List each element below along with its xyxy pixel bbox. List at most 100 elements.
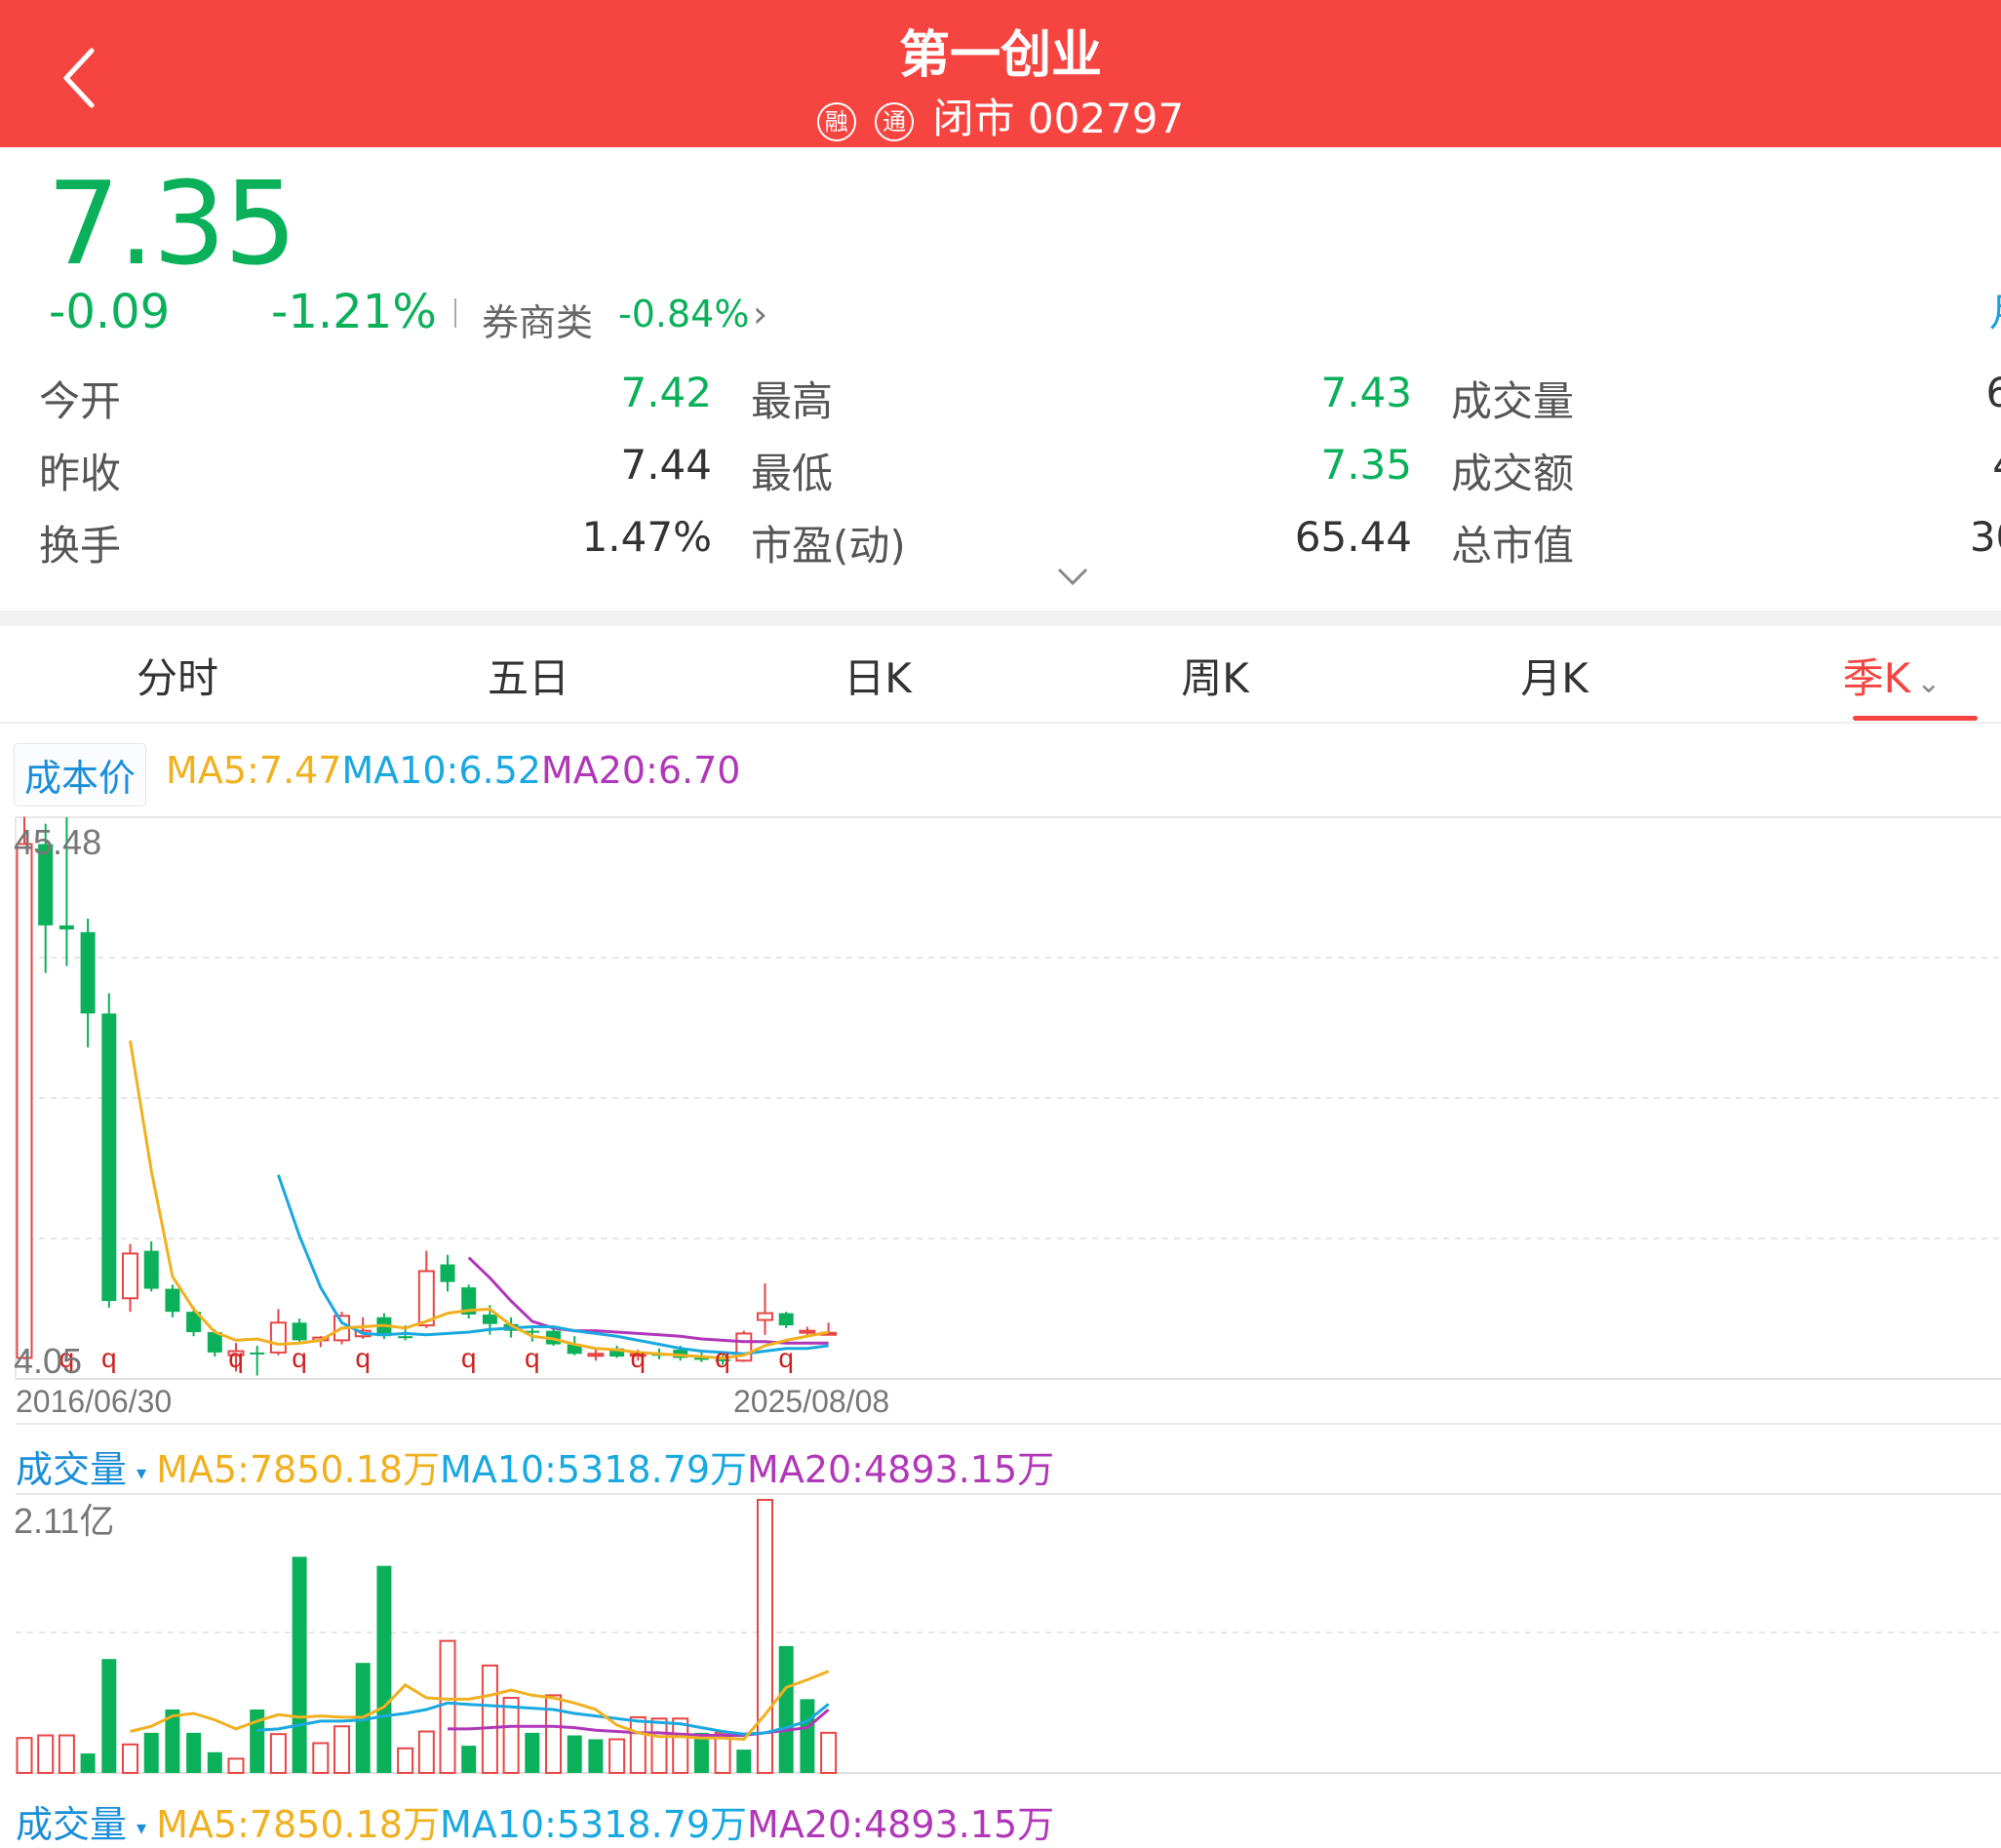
kline-chart[interactable]: q q q q q q q q q q45.484.052016/06/30 2025/08/08 bbox=[0, 815, 2001, 1430]
volume-bar bbox=[502, 1697, 520, 1774]
volume-y-max-label: 2.11亿 bbox=[14, 1501, 114, 1541]
candle-body bbox=[80, 931, 96, 1014]
volume-ma10-label: MA10:5318.79万 bbox=[439, 1803, 748, 1846]
volume-chart[interactable]: 2.11亿 bbox=[0, 1492, 2001, 1781]
volume-bar bbox=[143, 1732, 159, 1773]
stock-subtitle: 融 通 闭市 002797 bbox=[0, 86, 2001, 145]
volume-bar bbox=[312, 1742, 330, 1774]
volume-bar bbox=[37, 1734, 55, 1774]
sector-change[interactable]: -0.84% bbox=[618, 293, 749, 335]
current-price: 7.35 bbox=[47, 156, 297, 291]
ex-rights-marker: q bbox=[461, 1343, 477, 1373]
volume-bar bbox=[672, 1717, 689, 1774]
volume-bar bbox=[800, 1699, 815, 1773]
candle-body bbox=[165, 1288, 180, 1313]
kline-ma10-label: MA10:6.52 bbox=[341, 749, 541, 792]
volume-bar bbox=[334, 1725, 350, 1775]
divider bbox=[454, 298, 456, 328]
x-end-label: 2025/08/08 bbox=[733, 1384, 889, 1419]
candle-body bbox=[16, 843, 33, 1359]
volume-legend[interactable]: 成交量 ▾ MA5:7850.18万MA10:5318.79万MA20:4893.1… bbox=[16, 1439, 1054, 1493]
candle-body bbox=[250, 1352, 265, 1355]
volume-bar bbox=[629, 1715, 647, 1774]
candle-body bbox=[269, 1321, 287, 1354]
stat-label: 成交额 bbox=[1451, 450, 1575, 497]
volume-bar bbox=[567, 1735, 582, 1773]
volume-bar bbox=[227, 1757, 245, 1774]
volume-ma10-label: MA10:5318.79万 bbox=[439, 1448, 748, 1491]
ex-rights-marker: q bbox=[101, 1343, 117, 1373]
sector-link[interactable]: 券商类 bbox=[482, 293, 593, 346]
candle-body bbox=[417, 1270, 435, 1327]
stat-value: 308 bbox=[1969, 513, 2001, 561]
volume-bar bbox=[122, 1743, 138, 1775]
kline-ma-legend: MA5:7.47MA10:6.52MA20:6.70 bbox=[166, 749, 740, 792]
ex-rights-marker: q bbox=[631, 1343, 647, 1373]
market-status: 闭市 bbox=[932, 95, 1015, 142]
volume-bar bbox=[608, 1738, 626, 1775]
dropdown-triangle-icon: ▾ bbox=[137, 1815, 147, 1839]
active-tab-indicator bbox=[1853, 716, 1978, 721]
stat-value: 7.43 bbox=[1320, 369, 1412, 416]
connect-badge: 通 bbox=[875, 101, 915, 141]
x-start-label: 2016/06/30 bbox=[16, 1384, 172, 1419]
chevron-right-icon[interactable]: › bbox=[753, 293, 767, 335]
candle-body bbox=[101, 1013, 117, 1302]
tab-monthly-k[interactable]: 月K bbox=[1457, 646, 1652, 705]
tab-intraday[interactable]: 分时 bbox=[80, 646, 275, 705]
y-min-label: 4.05 bbox=[14, 1341, 82, 1381]
ex-rights-marker: q bbox=[778, 1343, 794, 1373]
price-change: -0.09 bbox=[49, 285, 171, 339]
ex-rights-marker: q bbox=[525, 1343, 540, 1373]
volume-bar bbox=[650, 1717, 668, 1774]
volume-bar bbox=[269, 1733, 287, 1774]
volume-bar bbox=[736, 1750, 752, 1773]
stat-label: 最高 bbox=[751, 377, 834, 425]
stat-value: 65.44 bbox=[1294, 513, 1412, 561]
tab-weekly-k[interactable]: 周K bbox=[1118, 646, 1313, 705]
volume-bar bbox=[186, 1732, 202, 1773]
tab-five-day[interactable]: 五日 bbox=[431, 646, 626, 705]
tab-daily-k[interactable]: 日K bbox=[780, 646, 975, 705]
volume-bar bbox=[417, 1730, 435, 1774]
y-max-label: 45.48 bbox=[14, 822, 101, 862]
ex-rights-marker: q bbox=[228, 1343, 244, 1373]
stat-label: 总市值 bbox=[1451, 522, 1575, 570]
volume-ma20-label: MA20:4893.15万 bbox=[747, 1803, 1055, 1846]
volume-bar bbox=[292, 1556, 307, 1773]
candle-body bbox=[143, 1250, 159, 1289]
candle-body bbox=[122, 1252, 138, 1300]
ex-rights-marker: q bbox=[355, 1343, 371, 1373]
side-panel-label[interactable]: 月 bbox=[1989, 281, 2001, 337]
stat-label: 换手 bbox=[39, 522, 122, 570]
stat-value: 7.44 bbox=[620, 441, 712, 489]
volume-bar bbox=[16, 1737, 33, 1774]
volume-bar bbox=[397, 1747, 414, 1775]
expand-chevron-icon[interactable] bbox=[1055, 562, 1090, 591]
candle-body bbox=[778, 1313, 794, 1326]
section-divider bbox=[0, 610, 2001, 626]
stat-value: 61 bbox=[1985, 369, 2001, 416]
candle-body bbox=[398, 1336, 413, 1339]
volume-label: 成交量 bbox=[16, 1448, 128, 1491]
volume-bar bbox=[376, 1565, 392, 1773]
volume-bar bbox=[525, 1732, 540, 1773]
volume-bar bbox=[58, 1734, 75, 1774]
candle-body bbox=[757, 1312, 773, 1321]
stock-code: 002797 bbox=[1027, 95, 1185, 142]
volume-ma5-label: MA5:7850.18万 bbox=[156, 1448, 440, 1491]
cost-price-button[interactable]: 成本价 bbox=[14, 743, 147, 806]
margin-badge: 融 bbox=[816, 101, 856, 141]
stat-value: 1.47% bbox=[581, 513, 712, 561]
stat-label: 今开 bbox=[39, 377, 122, 425]
price-change-percent: -1.21% bbox=[271, 285, 437, 339]
volume-bar bbox=[588, 1739, 604, 1773]
volume-bar bbox=[820, 1731, 838, 1775]
stat-label: 成交量 bbox=[1451, 377, 1575, 425]
tab-quarterly-k-label: 季K bbox=[1842, 654, 1911, 702]
volume-legend-secondary[interactable]: 成交量 ▾ MA5:7850.18万MA10:5318.79万MA20:4893.1… bbox=[16, 1794, 1054, 1848]
kline-ma20-label: MA20:6.70 bbox=[540, 749, 741, 792]
stat-value: 7.35 bbox=[1320, 441, 1412, 489]
dropdown-triangle-icon: ▾ bbox=[137, 1460, 147, 1484]
tab-quarterly-k[interactable]: 季K ⌄ bbox=[1814, 646, 1970, 705]
